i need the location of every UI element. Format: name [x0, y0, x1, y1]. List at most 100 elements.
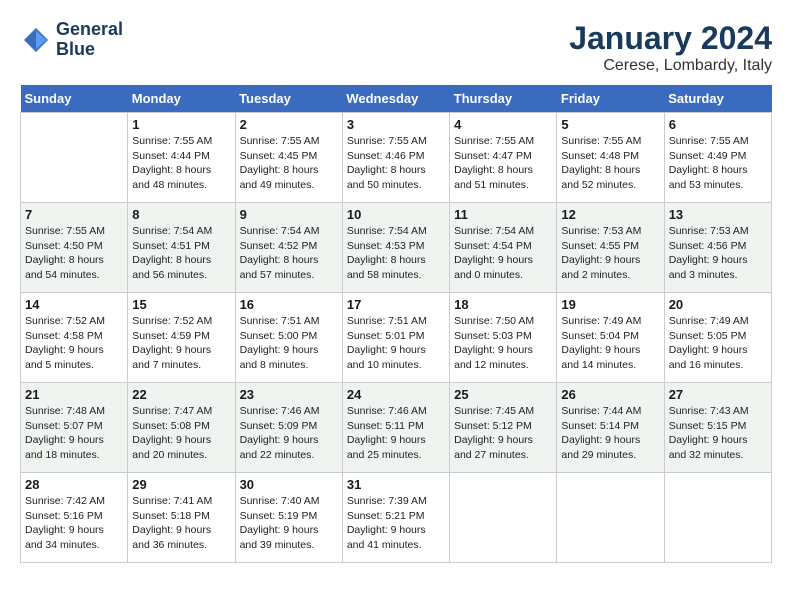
day-info: Sunrise: 7:55 AMSunset: 4:46 PMDaylight:…	[347, 134, 445, 193]
day-number: 1	[132, 117, 230, 132]
day-number: 4	[454, 117, 552, 132]
calendar-cell: 2 Sunrise: 7:55 AMSunset: 4:45 PMDaylight…	[235, 113, 342, 203]
day-number: 25	[454, 387, 552, 402]
day-info: Sunrise: 7:51 AMSunset: 5:01 PMDaylight:…	[347, 314, 445, 373]
calendar-cell: 13 Sunrise: 7:53 AMSunset: 4:56 PMDayligh…	[664, 203, 771, 293]
day-info: Sunrise: 7:40 AMSunset: 5:19 PMDaylight:…	[240, 494, 338, 553]
calendar-cell: 22 Sunrise: 7:47 AMSunset: 5:08 PMDayligh…	[128, 383, 235, 473]
day-number: 12	[561, 207, 659, 222]
day-number: 19	[561, 297, 659, 312]
calendar-cell: 1 Sunrise: 7:55 AMSunset: 4:44 PMDaylight…	[128, 113, 235, 203]
day-info: Sunrise: 7:41 AMSunset: 5:18 PMDaylight:…	[132, 494, 230, 553]
day-info: Sunrise: 7:52 AMSunset: 4:59 PMDaylight:…	[132, 314, 230, 373]
day-number: 3	[347, 117, 445, 132]
day-number: 8	[132, 207, 230, 222]
calendar-cell: 30 Sunrise: 7:40 AMSunset: 5:19 PMDayligh…	[235, 473, 342, 563]
calendar-cell: 4 Sunrise: 7:55 AMSunset: 4:47 PMDaylight…	[450, 113, 557, 203]
day-info: Sunrise: 7:49 AMSunset: 5:04 PMDaylight:…	[561, 314, 659, 373]
day-info: Sunrise: 7:52 AMSunset: 4:58 PMDaylight:…	[25, 314, 123, 373]
page-header: General Blue January 2024 Cerese, Lombar…	[20, 20, 772, 75]
day-number: 13	[669, 207, 767, 222]
day-number: 5	[561, 117, 659, 132]
calendar-cell: 10 Sunrise: 7:54 AMSunset: 4:53 PMDayligh…	[342, 203, 449, 293]
calendar-cell	[557, 473, 664, 563]
calendar-cell: 6 Sunrise: 7:55 AMSunset: 4:49 PMDaylight…	[664, 113, 771, 203]
calendar-cell: 31Sunrise: 7:39 AMSunset: 5:21 PMDayligh…	[342, 473, 449, 563]
calendar-cell: 28Sunrise: 7:42 AMSunset: 5:16 PMDayligh…	[21, 473, 128, 563]
calendar-cell: 27 Sunrise: 7:43 AMSunset: 5:15 PMDayligh…	[664, 383, 771, 473]
day-header-tuesday: Tuesday	[235, 85, 342, 113]
day-info: Sunrise: 7:44 AMSunset: 5:14 PMDaylight:…	[561, 404, 659, 463]
calendar-cell	[21, 113, 128, 203]
day-info: Sunrise: 7:55 AMSunset: 4:50 PMDaylight:…	[25, 224, 123, 283]
logo: General Blue	[20, 20, 123, 60]
calendar-cell: 26 Sunrise: 7:44 AMSunset: 5:14 PMDayligh…	[557, 383, 664, 473]
day-info: Sunrise: 7:47 AMSunset: 5:08 PMDaylight:…	[132, 404, 230, 463]
day-info: Sunrise: 7:55 AMSunset: 4:47 PMDaylight:…	[454, 134, 552, 193]
calendar-cell: 8 Sunrise: 7:54 AMSunset: 4:51 PMDaylight…	[128, 203, 235, 293]
day-number: 29	[132, 477, 230, 492]
calendar-cell	[450, 473, 557, 563]
day-info: Sunrise: 7:49 AMSunset: 5:05 PMDaylight:…	[669, 314, 767, 373]
day-number: 7	[25, 207, 123, 222]
day-header-wednesday: Wednesday	[342, 85, 449, 113]
day-number: 17	[347, 297, 445, 312]
calendar-cell: 21 Sunrise: 7:48 AMSunset: 5:07 PMDayligh…	[21, 383, 128, 473]
day-number: 21	[25, 387, 123, 402]
day-info: Sunrise: 7:46 AMSunset: 5:11 PMDaylight:…	[347, 404, 445, 463]
calendar-week-2: 7 Sunrise: 7:55 AMSunset: 4:50 PMDaylight…	[21, 203, 772, 293]
calendar-week-5: 28Sunrise: 7:42 AMSunset: 5:16 PMDayligh…	[21, 473, 772, 563]
day-number: 6	[669, 117, 767, 132]
location-title: Cerese, Lombardy, Italy	[569, 57, 772, 75]
calendar-cell: 16Sunrise: 7:51 AMSunset: 5:00 PMDayligh…	[235, 293, 342, 383]
day-header-friday: Friday	[557, 85, 664, 113]
title-area: January 2024 Cerese, Lombardy, Italy	[569, 20, 772, 75]
day-number: 10	[347, 207, 445, 222]
calendar-cell: 18 Sunrise: 7:50 AMSunset: 5:03 PMDayligh…	[450, 293, 557, 383]
day-info: Sunrise: 7:54 AMSunset: 4:52 PMDaylight:…	[240, 224, 338, 283]
day-info: Sunrise: 7:46 AMSunset: 5:09 PMDaylight:…	[240, 404, 338, 463]
day-info: Sunrise: 7:54 AMSunset: 4:54 PMDaylight:…	[454, 224, 552, 283]
day-info: Sunrise: 7:55 AMSunset: 4:48 PMDaylight:…	[561, 134, 659, 193]
day-info: Sunrise: 7:55 AMSunset: 4:44 PMDaylight:…	[132, 134, 230, 193]
day-header-saturday: Saturday	[664, 85, 771, 113]
day-number: 28	[25, 477, 123, 492]
day-info: Sunrise: 7:50 AMSunset: 5:03 PMDaylight:…	[454, 314, 552, 373]
day-header-sunday: Sunday	[21, 85, 128, 113]
calendar-cell: 15 Sunrise: 7:52 AMSunset: 4:59 PMDayligh…	[128, 293, 235, 383]
calendar-cell: 23 Sunrise: 7:46 AMSunset: 5:09 PMDayligh…	[235, 383, 342, 473]
day-number: 27	[669, 387, 767, 402]
day-header-thursday: Thursday	[450, 85, 557, 113]
day-number: 14	[25, 297, 123, 312]
calendar-cell: 17 Sunrise: 7:51 AMSunset: 5:01 PMDayligh…	[342, 293, 449, 383]
calendar-cell: 11Sunrise: 7:54 AMSunset: 4:54 PMDayligh…	[450, 203, 557, 293]
day-number: 15	[132, 297, 230, 312]
month-title: January 2024	[569, 20, 772, 57]
calendar-week-4: 21 Sunrise: 7:48 AMSunset: 5:07 PMDayligh…	[21, 383, 772, 473]
day-info: Sunrise: 7:55 AMSunset: 4:49 PMDaylight:…	[669, 134, 767, 193]
day-info: Sunrise: 7:54 AMSunset: 4:51 PMDaylight:…	[132, 224, 230, 283]
calendar-cell: 5 Sunrise: 7:55 AMSunset: 4:48 PMDaylight…	[557, 113, 664, 203]
day-info: Sunrise: 7:43 AMSunset: 5:15 PMDaylight:…	[669, 404, 767, 463]
day-number: 2	[240, 117, 338, 132]
day-number: 23	[240, 387, 338, 402]
day-number: 20	[669, 297, 767, 312]
day-info: Sunrise: 7:54 AMSunset: 4:53 PMDaylight:…	[347, 224, 445, 283]
calendar-cell: 20 Sunrise: 7:49 AMSunset: 5:05 PMDayligh…	[664, 293, 771, 383]
day-info: Sunrise: 7:45 AMSunset: 5:12 PMDaylight:…	[454, 404, 552, 463]
calendar-cell: 3 Sunrise: 7:55 AMSunset: 4:46 PMDaylight…	[342, 113, 449, 203]
day-number: 22	[132, 387, 230, 402]
calendar-cell: 12Sunrise: 7:53 AMSunset: 4:55 PMDayligh…	[557, 203, 664, 293]
calendar-cell: 7 Sunrise: 7:55 AMSunset: 4:50 PMDaylight…	[21, 203, 128, 293]
day-info: Sunrise: 7:53 AMSunset: 4:56 PMDaylight:…	[669, 224, 767, 283]
day-number: 26	[561, 387, 659, 402]
calendar-cell: 9Sunrise: 7:54 AMSunset: 4:52 PMDaylight…	[235, 203, 342, 293]
day-number: 30	[240, 477, 338, 492]
day-info: Sunrise: 7:55 AMSunset: 4:45 PMDaylight:…	[240, 134, 338, 193]
calendar-week-3: 14 Sunrise: 7:52 AMSunset: 4:58 PMDayligh…	[21, 293, 772, 383]
day-info: Sunrise: 7:48 AMSunset: 5:07 PMDaylight:…	[25, 404, 123, 463]
logo-icon	[20, 24, 52, 56]
day-info: Sunrise: 7:39 AMSunset: 5:21 PMDaylight:…	[347, 494, 445, 553]
calendar-cell	[664, 473, 771, 563]
day-number: 18	[454, 297, 552, 312]
